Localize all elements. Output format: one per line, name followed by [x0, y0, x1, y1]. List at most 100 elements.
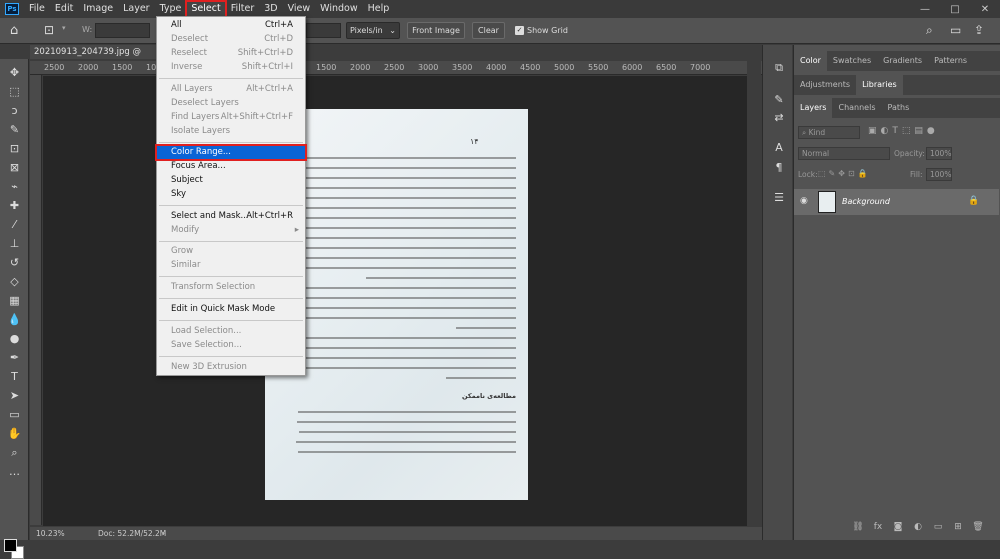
tab-paths[interactable]: Paths: [882, 98, 916, 118]
history-brush-tool-icon[interactable]: ↺: [7, 255, 22, 270]
menu-edit[interactable]: Edit: [50, 1, 78, 17]
frame-tool-icon[interactable]: ⊠: [7, 160, 22, 175]
eraser-tool-icon[interactable]: ◇: [7, 274, 22, 289]
search-icon[interactable]: ⌕: [926, 23, 933, 38]
menu-item-focus-area[interactable]: Focus Area...: [157, 160, 305, 173]
menu-item-save-selection[interactable]: Save Selection...: [157, 339, 305, 352]
marquee-tool-icon[interactable]: ⬚: [7, 84, 22, 99]
fx-icon[interactable]: fx: [872, 522, 884, 534]
width-input[interactable]: [95, 23, 150, 38]
eye-icon[interactable]: ◉: [800, 196, 808, 206]
tab-layers[interactable]: Layers: [794, 98, 833, 118]
menu-type[interactable]: Type: [155, 1, 187, 17]
tab-swatches[interactable]: Swatches: [827, 51, 877, 71]
menu-help[interactable]: Help: [363, 1, 395, 17]
document-tab[interactable]: 20210913_204739.jpg @ 10.2%: [30, 45, 162, 71]
menu-item-deselect-layers[interactable]: Deselect Layers: [157, 97, 305, 110]
tab-patterns[interactable]: Patterns: [928, 51, 973, 71]
minimize-button[interactable]: —: [910, 4, 940, 15]
layer-name[interactable]: Background: [842, 197, 890, 206]
history-icon[interactable]: ⧉: [772, 61, 786, 75]
menu-item-find-layers[interactable]: Find Layers Alt+Shift+Ctrl+F: [157, 111, 305, 124]
menu-item-modify[interactable]: Modify ▸: [157, 224, 305, 237]
link-icon[interactable]: ⛓: [852, 522, 864, 534]
front-image-button[interactable]: Front Image: [407, 22, 465, 39]
new-layer-icon[interactable]: ⊞: [952, 522, 964, 534]
menu-image[interactable]: Image: [78, 1, 118, 17]
paragraph-icon[interactable]: ¶: [772, 161, 786, 175]
layer-row[interactable]: ◉ Background 🔒: [794, 189, 999, 215]
tab-color[interactable]: Color: [794, 51, 827, 71]
path-selection-tool-icon[interactable]: ➤: [7, 388, 22, 403]
menu-item-new-3d-extrusion[interactable]: New 3D Extrusion: [157, 361, 305, 374]
gradient-tool-icon[interactable]: ▦: [7, 293, 22, 308]
lasso-tool-icon[interactable]: ↄ: [7, 103, 22, 118]
tab-libraries[interactable]: Libraries: [856, 75, 903, 95]
rectangle-tool-icon[interactable]: ▭: [7, 407, 22, 422]
menu-item-select-and-mask[interactable]: Select and Mask... Alt+Ctrl+R: [157, 210, 305, 223]
menu-item-color-range[interactable]: Color Range...: [155, 144, 307, 161]
menu-3d[interactable]: 3D: [259, 1, 282, 17]
tab-adjustments[interactable]: Adjustments: [794, 75, 856, 95]
character-icon[interactable]: A: [772, 141, 786, 155]
menu-filter[interactable]: Filter: [226, 1, 260, 17]
adjustment-layer-icon[interactable]: ◐: [912, 522, 924, 534]
menu-item-all-layers[interactable]: All Layers Alt+Ctrl+A: [157, 83, 305, 96]
menu-item-inverse[interactable]: Inverse Shift+Ctrl+I: [157, 61, 305, 74]
menu-item-quick-mask[interactable]: Edit in Quick Mask Mode: [157, 303, 305, 316]
menu-file[interactable]: File: [24, 1, 50, 17]
foreground-color-swatch[interactable]: [4, 539, 17, 552]
menu-layer[interactable]: Layer: [118, 1, 155, 17]
properties-icon[interactable]: ☰: [772, 191, 786, 205]
pen-tool-icon[interactable]: ✒: [7, 350, 22, 365]
vertical-scrollbar[interactable]: [747, 61, 761, 526]
menu-item-load-selection[interactable]: Load Selection...: [157, 325, 305, 338]
opacity-input[interactable]: 100%: [926, 147, 952, 160]
lock-icons[interactable]: ⬚✎✥⊡🔒: [818, 169, 871, 178]
crop-tool-icon[interactable]: ⊡: [7, 141, 22, 156]
menu-item-transform-selection[interactable]: Transform Selection: [157, 281, 305, 294]
clear-button[interactable]: Clear: [472, 22, 505, 39]
zoom-level[interactable]: 10.23%: [36, 527, 65, 540]
menu-item-isolate-layers[interactable]: Isolate Layers: [157, 125, 305, 138]
brush-settings-icon[interactable]: ✎: [772, 93, 786, 107]
menu-item-grow[interactable]: Grow: [157, 245, 305, 258]
menu-item-subject[interactable]: Subject: [157, 174, 305, 187]
tab-gradients[interactable]: Gradients: [877, 51, 928, 71]
resolution-input[interactable]: [306, 23, 341, 38]
hand-tool-icon[interactable]: ✋: [7, 426, 22, 441]
chevron-down-icon[interactable]: ▾: [62, 24, 66, 32]
more-tools-icon[interactable]: …: [7, 464, 22, 479]
menu-item-reselect[interactable]: Reselect Shift+Ctrl+D: [157, 47, 305, 60]
crop-tool-icon[interactable]: ⊡: [44, 23, 60, 39]
blur-tool-icon[interactable]: 💧: [7, 312, 22, 327]
workspace-icon[interactable]: ▭: [950, 23, 961, 37]
move-tool-icon[interactable]: ✥: [7, 65, 22, 80]
layer-filter-icons[interactable]: ▣◐T⬚▤●: [868, 126, 939, 136]
fill-input[interactable]: 100%: [926, 168, 952, 181]
menu-select[interactable]: Select: [185, 0, 227, 18]
layer-kind-filter[interactable]: ⌕ Kind: [798, 126, 860, 139]
menu-item-similar[interactable]: Similar: [157, 259, 305, 272]
menu-item-sky[interactable]: Sky: [157, 188, 305, 201]
tab-channels[interactable]: Channels: [832, 98, 881, 118]
maximize-button[interactable]: □: [940, 4, 970, 15]
blend-mode-select[interactable]: Normal: [798, 147, 890, 160]
zoom-tool-icon[interactable]: ⌕: [7, 445, 22, 460]
menu-window[interactable]: Window: [315, 1, 362, 17]
adjustments-icon[interactable]: ⇄: [772, 111, 786, 125]
share-icon[interactable]: ⇪: [974, 23, 984, 37]
trash-icon[interactable]: 🗑: [972, 522, 984, 534]
menu-item-all[interactable]: All Ctrl+A: [157, 19, 305, 32]
menu-view[interactable]: View: [283, 1, 316, 17]
group-icon[interactable]: ▭: [932, 522, 944, 534]
show-grid-checkbox[interactable]: ✓: [515, 26, 524, 35]
menu-item-deselect[interactable]: Deselect Ctrl+D: [157, 33, 305, 46]
units-select[interactable]: Pixels/in ⌄: [346, 22, 400, 39]
close-button[interactable]: ✕: [970, 4, 1000, 15]
dodge-tool-icon[interactable]: ●: [7, 331, 22, 346]
quick-selection-tool-icon[interactable]: ✎: [7, 122, 22, 137]
healing-brush-tool-icon[interactable]: ✚: [7, 198, 22, 213]
type-tool-icon[interactable]: T: [7, 369, 22, 384]
eyedropper-tool-icon[interactable]: ⌁: [7, 179, 22, 194]
